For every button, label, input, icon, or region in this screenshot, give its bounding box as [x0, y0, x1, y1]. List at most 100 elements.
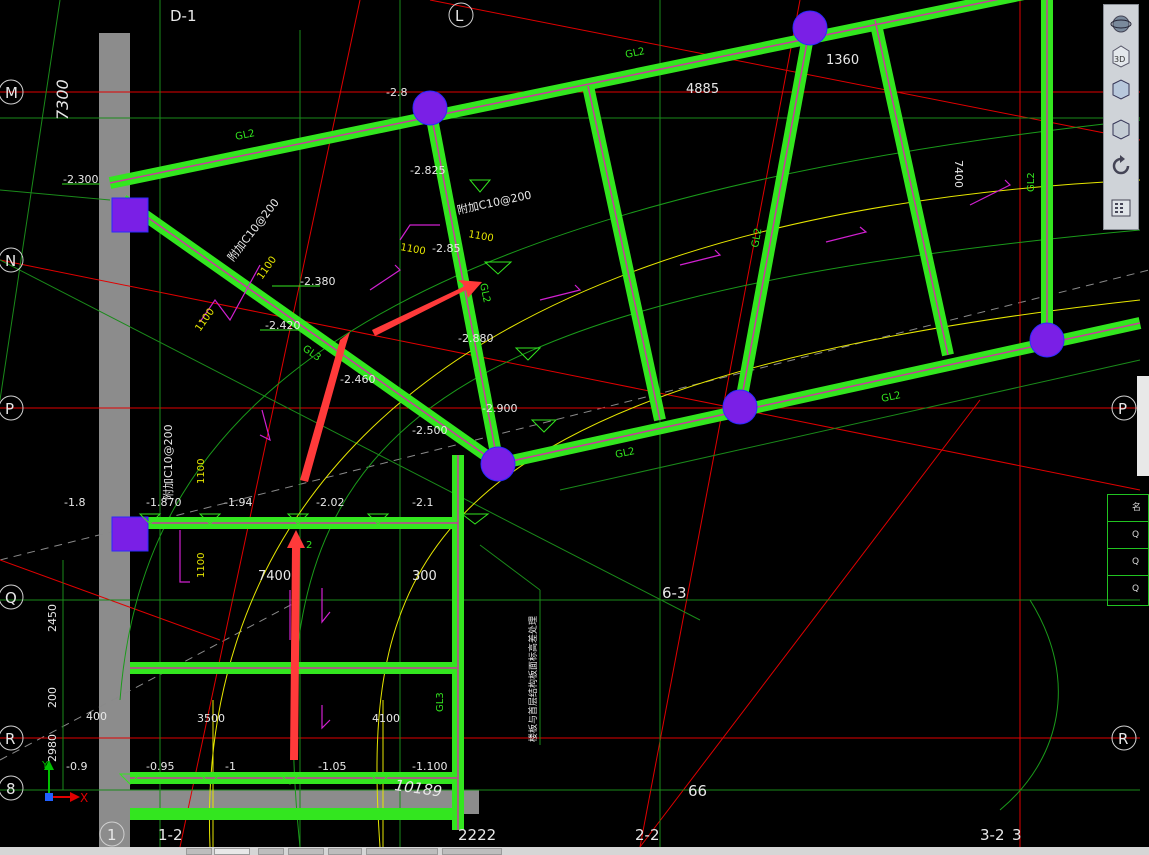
layout-grid-icon[interactable] [1108, 195, 1134, 221]
vertical-scrollbar[interactable] [1137, 376, 1149, 476]
beams [108, 0, 1142, 830]
axis-label: 1-2 [158, 826, 183, 844]
column-square [111, 516, 149, 552]
cad-viewport[interactable]: D-1 L M N P Q R 8 P R 1 1-2 2222 2-2 3-2… [0, 0, 1149, 855]
elevation-label: -2.460 [340, 373, 375, 386]
dimension-label: 3500 [197, 712, 225, 725]
beam-label: GL2 [624, 46, 646, 61]
table-row: 名 [1108, 495, 1148, 522]
status-tab[interactable] [366, 848, 438, 855]
column-circle [480, 446, 516, 482]
axis-label: P [1118, 400, 1127, 418]
column-circle [792, 10, 828, 46]
elevation-label: -2.825 [410, 164, 445, 177]
axis-label: L [455, 7, 464, 25]
beam-label: GL2 [477, 282, 492, 304]
elevation-label: -2.300 [63, 173, 98, 186]
axis-label: D-1 [170, 7, 197, 25]
axis-label: Q [5, 589, 17, 607]
dimension-label: 1100 [196, 553, 207, 578]
dimension-label: 1100 [467, 229, 494, 244]
axis-label: 3-2 [980, 826, 1005, 844]
beam-label: GL2 [614, 446, 636, 461]
beam-label: GL2 [1026, 172, 1037, 192]
beam-label: GL2 [234, 128, 256, 143]
elevation-label: -2.880 [458, 332, 493, 345]
elevation-label: -2.500 [412, 424, 447, 437]
axis-label: 2222 [458, 826, 496, 844]
cube-view-icon[interactable] [1108, 75, 1134, 101]
dimension-label: 1100 [193, 307, 217, 334]
table-row: Q [1108, 522, 1148, 549]
axis-label: N [5, 252, 16, 270]
view-3d-label: 3D [1114, 55, 1126, 64]
dimension-label: 1100 [399, 242, 426, 257]
axis-label: 66 [688, 782, 707, 800]
axis-label: R [1118, 730, 1128, 748]
dimension-label: 400 [86, 710, 107, 723]
beam-label: GL3 [435, 692, 446, 712]
dimension-label: 1360 [826, 53, 859, 68]
dimension-label: 7400 [952, 160, 965, 188]
dimension-label: 7400 [258, 569, 291, 584]
dimension-label: 200 [46, 687, 59, 708]
status-tab[interactable] [258, 848, 284, 855]
table-row: Q [1108, 549, 1148, 576]
dimension-label: 1100 [196, 459, 207, 484]
axis-label: 2-2 [635, 826, 660, 844]
dimension-label: 2450 [46, 604, 59, 632]
axis-label: 6-3 [662, 584, 687, 602]
axis-label: P [5, 400, 14, 418]
elevation-label: -1.100 [412, 760, 447, 773]
status-tab[interactable] [328, 848, 362, 855]
status-bar [0, 847, 1149, 855]
column-circle [1029, 322, 1065, 358]
beam-label: GL2 [880, 390, 902, 405]
dimension-label: 4885 [686, 82, 719, 97]
dimension-label: 7300 [53, 79, 72, 120]
view-3d-button[interactable]: 3D [1108, 43, 1134, 69]
status-tab[interactable] [442, 848, 502, 855]
orbit-icon[interactable] [1108, 11, 1134, 37]
elevation-markers [62, 179, 558, 785]
status-tab[interactable] [186, 848, 212, 855]
elevation-label: -2.900 [482, 402, 517, 415]
elevation-label: -2.85 [432, 242, 460, 255]
wall-left [99, 33, 130, 847]
dimension-label: 4100 [372, 712, 400, 725]
view-toolbar: 3D [1103, 4, 1139, 230]
dimension-label: 300 [412, 569, 437, 584]
elevation-label: -1.05 [318, 760, 346, 773]
drawing-canvas[interactable]: D-1 L M N P Q R 8 P R 1 1-2 2222 2-2 3-2… [0, 0, 1149, 855]
elevation-label: -2.02 [316, 496, 344, 509]
elevation-label: -2.8 [386, 86, 407, 99]
rebar-note: 附加C10@200 [161, 424, 175, 500]
status-tab[interactable] [288, 848, 324, 855]
beam-label: 2 [306, 540, 312, 551]
column-square [111, 197, 149, 233]
table-row: Q [1132, 584, 1140, 594]
elevation-label: -1.8 [64, 496, 85, 509]
slab-note: 楼板与首层结构板面标高差处理 [527, 616, 539, 742]
grid-lines-red [0, 0, 1141, 848]
elevation-label: -1.94 [224, 496, 252, 509]
axis-label: M [5, 84, 18, 102]
elevation-label: -2.380 [300, 275, 335, 288]
elevation-label: -1 [225, 760, 236, 773]
ucs-x-label: X [80, 791, 88, 805]
rotate-icon[interactable] [1108, 153, 1134, 179]
column-circle [412, 90, 448, 126]
beam-label: GL3 [300, 343, 322, 363]
column-circle [722, 389, 758, 425]
box-view-icon[interactable] [1108, 115, 1134, 141]
properties-table: 名 Q Q Q [1107, 494, 1149, 606]
axis-label: 8 [6, 780, 16, 798]
beam-label: GL2 [750, 227, 764, 248]
elevation-label: -0.9 [66, 760, 87, 773]
status-tab[interactable] [214, 848, 250, 855]
rebar-note: 附加C10@200 [224, 196, 282, 264]
axis-label: R [5, 730, 15, 748]
axis-label: 1 [107, 826, 117, 844]
axis-label: 3 [1012, 826, 1022, 844]
elevation-label: -0.95 [146, 760, 174, 773]
